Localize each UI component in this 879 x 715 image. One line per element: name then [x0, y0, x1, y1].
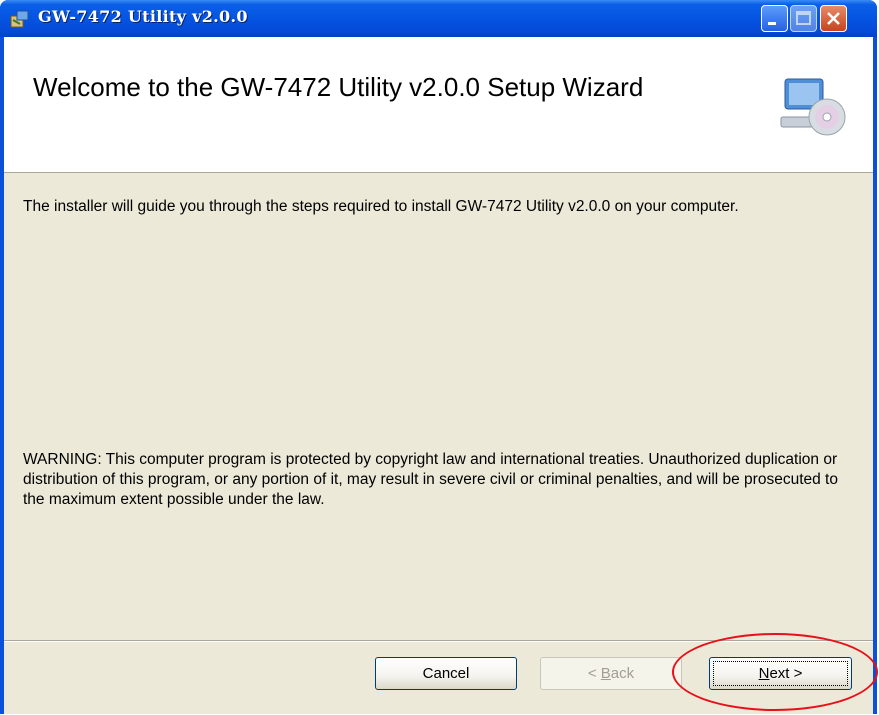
back-label-prefix: <: [587, 665, 601, 682]
maximize-icon: [796, 11, 811, 25]
minimize-icon: [768, 22, 776, 25]
close-button[interactable]: [820, 5, 847, 32]
header-banner: Welcome to the GW-7472 Utility v2.0.0 Se…: [4, 37, 873, 173]
dialog-client: Welcome to the GW-7472 Utility v2.0.0 Se…: [4, 37, 873, 714]
title-bar[interactable]: GW-7472 Utility v2.0.0: [0, 0, 877, 37]
highlight-annotation: [672, 633, 878, 711]
back-label-rest: ack: [610, 665, 635, 682]
window-title: GW-7472 Utility v2.0.0: [38, 7, 248, 26]
page-title: Welcome to the GW-7472 Utility v2.0.0 Se…: [33, 72, 644, 102]
installer-window: GW-7472 Utility v2.0.0 Welcome to the GW…: [0, 0, 877, 714]
maximize-button: [790, 5, 817, 32]
installer-icon: [9, 8, 31, 30]
copyright-warning: WARNING: This computer program is protec…: [23, 451, 838, 508]
back-label-accesskey: B: [600, 665, 611, 682]
close-icon: [827, 12, 840, 25]
back-button: < Back: [540, 657, 682, 690]
intro-text: The installer will guide you through the…: [23, 198, 739, 215]
cancel-button[interactable]: Cancel: [375, 657, 517, 690]
minimize-button[interactable]: [761, 5, 788, 32]
computer-cd-icon: [779, 71, 849, 141]
